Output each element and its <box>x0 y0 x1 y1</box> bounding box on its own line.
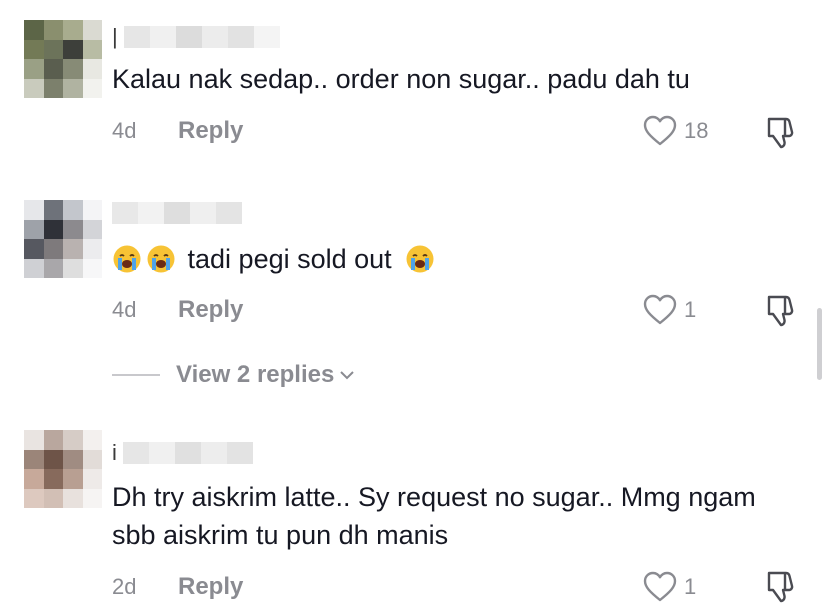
chevron-down-icon <box>340 371 355 380</box>
avatar-pixel <box>63 239 83 259</box>
username[interactable]: | <box>112 24 280 50</box>
avatar-pixel <box>24 20 44 40</box>
like-button[interactable]: 1 <box>642 570 710 604</box>
avatar[interactable] <box>24 430 102 508</box>
like-count: 1 <box>684 574 697 599</box>
avatar-pixel <box>24 449 44 469</box>
avatar-pixel <box>63 20 83 40</box>
heart-icon <box>643 115 677 146</box>
username-visible-char: i <box>112 440 117 465</box>
reply-button[interactable]: Reply <box>178 573 243 601</box>
comment-meta: 2d Reply <box>112 570 243 604</box>
thumbs-down-icon[interactable] <box>762 114 798 150</box>
avatar-pixel <box>24 258 44 278</box>
comment-time: 4d <box>112 297 137 322</box>
thumbs-down-icon[interactable] <box>762 292 798 328</box>
view-replies-label: View 2 replies <box>176 361 335 388</box>
reply-button[interactable]: Reply <box>178 117 243 145</box>
view-replies-divider <box>112 374 160 376</box>
avatar-pixel <box>82 59 102 79</box>
avatar-pixel <box>82 200 102 220</box>
username-blurred <box>122 442 253 464</box>
avatar-pixel <box>82 258 102 278</box>
avatar-pixel <box>43 430 63 450</box>
avatar-pixel <box>63 258 83 278</box>
comment-text: tadi pegi sold out <box>112 240 788 278</box>
avatar[interactable] <box>24 200 102 278</box>
avatar-pixel <box>24 239 44 259</box>
avatar-pixel <box>24 78 44 98</box>
like-button[interactable]: 1 <box>642 293 710 327</box>
comment-text-content: Dh try aiskrim latte.. Sy request no sug… <box>112 482 756 550</box>
username-visible-char: | <box>112 24 118 49</box>
avatar-pixel <box>43 59 63 79</box>
comment-text: Kalau nak sedap.. order non sugar.. padu… <box>112 60 788 98</box>
avatar-pixel <box>63 200 83 220</box>
avatar-pixel <box>82 469 102 489</box>
like-count: 1 <box>684 297 697 322</box>
loudly-crying-face-icon <box>405 244 435 274</box>
username-blurred <box>123 26 280 48</box>
comment-time: 2d <box>112 574 137 599</box>
avatar-pixel <box>82 488 102 508</box>
loudly-crying-face-icon <box>112 244 142 274</box>
avatar-pixel <box>43 200 63 220</box>
comment-time: 4d <box>112 118 137 143</box>
avatar-pixel <box>24 59 44 79</box>
reply-button[interactable]: Reply <box>178 296 243 324</box>
avatar-pixel <box>63 59 83 79</box>
avatar-pixel <box>63 39 83 59</box>
avatar-pixel <box>82 239 102 259</box>
avatar-pixel <box>24 430 44 450</box>
avatar-pixel <box>63 78 83 98</box>
username[interactable]: i <box>112 440 253 466</box>
avatar-pixel <box>24 469 44 489</box>
avatar-pixel <box>63 469 83 489</box>
comment-text-content: Kalau nak sedap.. order non sugar.. padu… <box>112 64 690 94</box>
heart-icon <box>643 294 677 325</box>
avatar-pixel <box>43 239 63 259</box>
avatar-pixel <box>43 469 63 489</box>
avatar-pixel <box>63 219 83 239</box>
username[interactable] <box>112 200 242 226</box>
avatar-pixel <box>43 219 63 239</box>
avatar-pixel <box>43 20 63 40</box>
avatar-pixel <box>24 488 44 508</box>
avatar-pixel <box>43 258 63 278</box>
avatar-pixel <box>43 488 63 508</box>
avatar-pixel <box>82 449 102 469</box>
avatar-pixel <box>82 20 102 40</box>
avatar-pixel <box>63 488 83 508</box>
avatar-pixel <box>63 430 83 450</box>
like-button[interactable]: 18 <box>642 114 710 148</box>
username-blurred <box>112 202 242 224</box>
comment-meta: 4d Reply <box>112 293 243 327</box>
avatar-pixel <box>82 219 102 239</box>
avatar-pixel <box>43 39 63 59</box>
avatar-pixel <box>82 430 102 450</box>
avatar-pixel <box>24 39 44 59</box>
avatar[interactable] <box>24 20 102 98</box>
comment-text: Dh try aiskrim latte.. Sy request no sug… <box>112 478 788 554</box>
avatar-pixel <box>43 449 63 469</box>
loudly-crying-face-icon <box>146 244 176 274</box>
avatar-pixel <box>24 200 44 220</box>
avatar-pixel <box>82 39 102 59</box>
thumbs-down-icon[interactable] <box>762 568 798 604</box>
avatar-pixel <box>82 78 102 98</box>
comment-text-content: tadi pegi sold out <box>187 244 392 274</box>
like-count: 18 <box>684 118 709 143</box>
comment-meta: 4d Reply <box>112 114 243 148</box>
avatar-pixel <box>43 78 63 98</box>
avatar-pixel <box>24 219 44 239</box>
scrollbar[interactable] <box>817 308 822 380</box>
heart-icon <box>643 571 677 602</box>
view-replies-button[interactable]: View 2 replies <box>112 358 356 392</box>
avatar-pixel <box>63 449 83 469</box>
